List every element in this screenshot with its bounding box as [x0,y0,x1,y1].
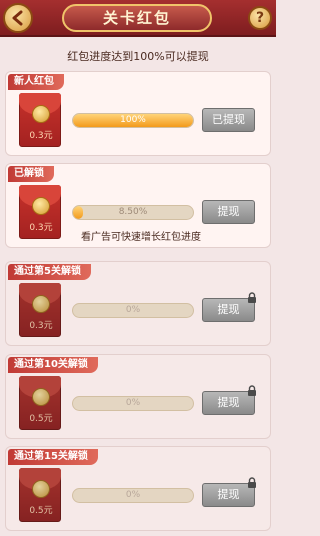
header-bar: 关卡红包 ? [0,0,276,37]
page-title: 关卡红包 [62,4,212,32]
envelope-amount: 0.3元 [29,131,53,141]
envelope-amount: 0.3元 [29,321,53,331]
card-tag: 通过第5关解锁 [8,264,91,280]
progress-bar: 0% [72,303,194,318]
lock-icon [248,477,256,488]
progress-label: 0% [125,305,141,315]
progress-bar: 0% [72,488,194,503]
withdraw-button[interactable]: 提现 [202,200,255,224]
card-tag: 已解锁 [8,166,54,182]
withdrawn-button[interactable]: 已提现 [202,108,255,132]
redpacket-card-locked: 通过第10关解锁 0.5元 0% 提现 [5,354,271,439]
progress-label: 0% [125,490,141,500]
progress-label: 100% [120,115,146,125]
red-envelope-icon: 0.3元 [19,185,61,239]
progress-bar: 8.50% [72,205,194,220]
redpacket-card: 新人红包 0.3元 100% 已提现 [5,71,271,156]
card-tag: 通过第15关解锁 [8,449,98,465]
card-tag: 通过第10关解锁 [8,357,98,373]
back-arrow-icon [12,10,23,26]
progress-label: 0% [125,398,141,408]
progress-label: 8.50% [118,207,148,217]
card-tag: 新人红包 [8,74,64,90]
red-envelope-icon: 0.3元 [19,283,61,337]
progress-bar: 0% [72,396,194,411]
redpacket-card-locked: 通过第5关解锁 0.3元 0% 提现 [5,261,271,346]
ad-boost-note: 看广告可快速增长红包进度 [81,232,201,243]
envelope-amount: 0.5元 [29,414,53,424]
red-envelope-icon: 0.3元 [19,93,61,147]
redpacket-card-locked: 通过第15关解锁 0.5元 0% 提现 [5,446,271,531]
red-envelope-icon: 0.5元 [19,468,61,522]
lock-icon [248,292,256,303]
progress-note: 红包进度达到100%可以提现 [67,50,209,63]
red-envelope-icon: 0.5元 [19,376,61,430]
help-button[interactable]: ? [248,6,272,30]
envelope-amount: 0.5元 [29,506,53,516]
back-button[interactable] [3,3,33,33]
lock-icon [248,385,256,396]
envelope-amount: 0.3元 [29,223,53,233]
progress-bar: 100% [72,113,194,128]
redpacket-card: 已解锁 0.3元 8.50% 提现 看广告可快速增长红包进度 [5,163,271,248]
